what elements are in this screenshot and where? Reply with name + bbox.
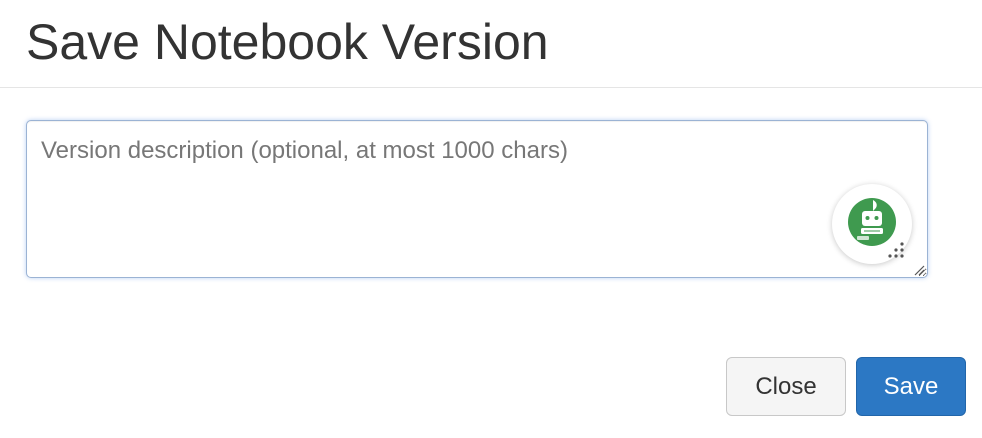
robot-assistant-icon xyxy=(848,198,904,258)
dialog-title: Save Notebook Version xyxy=(26,14,549,70)
save-button[interactable]: Save xyxy=(856,357,966,416)
description-field-wrapper xyxy=(26,120,928,278)
dialog-header: Save Notebook Version xyxy=(0,0,982,88)
version-description-input[interactable] xyxy=(26,120,928,278)
close-button[interactable]: Close xyxy=(726,357,846,416)
save-notebook-version-dialog: Save Notebook Version Version descriptio… xyxy=(0,0,982,438)
resize-handle-icon[interactable] xyxy=(913,263,925,276)
assistant-button[interactable] xyxy=(832,184,912,264)
